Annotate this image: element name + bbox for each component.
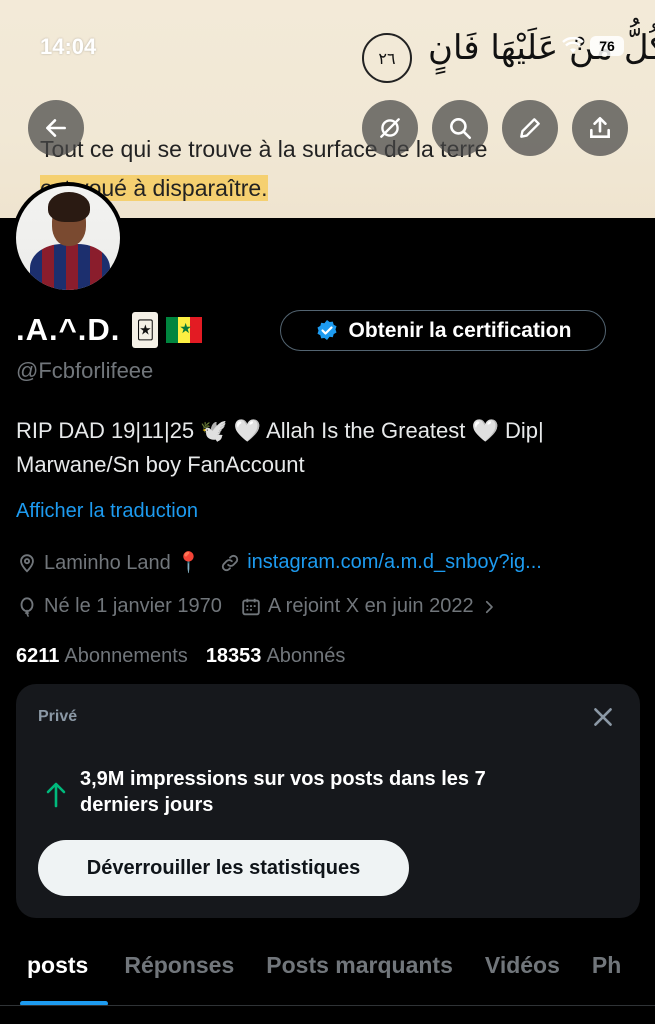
followers-count: 18353 [205,645,262,667]
status-time: 14:04 [40,34,97,59]
website-link[interactable]: instagram.com/a.m.d_snboy?ig... [247,551,542,574]
birthdate-text: Né le 1 janvier 1970 [44,595,222,617]
translate-link[interactable]: Afficher la traduction [16,500,198,523]
tab-posts[interactable]: posts [0,940,109,1006]
join-date[interactable]: A rejoint X en juin 2022 [240,595,498,618]
location-text: Laminho Land 📍 [44,552,202,574]
pencil-icon [520,118,540,138]
wifi-icon [562,37,584,53]
back-arrow-icon [46,119,66,137]
user-handle: @Fcbforlifeee [16,358,154,383]
tab-highlights[interactable]: Posts marquants [250,940,469,994]
share-button[interactable] [572,100,628,156]
back-button[interactable] [28,100,84,156]
avatar[interactable] [12,182,124,294]
arrow-up-icon [46,782,66,808]
bio: RIP DAD 19|11|25 🕊️ 🤍 Allah Is the Great… [16,418,544,477]
senegal-flag-icon: ★ [166,317,203,343]
analytics-private-label: Privé [38,708,78,725]
calendar-icon [242,598,260,615]
chevron-right-icon [485,600,493,613]
display-name: .A.^.D. [16,312,121,347]
display-name-row: .A.^.D. 🃏 ★ [16,308,203,352]
search-icon [450,118,472,140]
edit-button[interactable] [502,100,558,156]
avatar-image [16,186,120,290]
birthdate: Né le 1 janvier 1970 [16,595,222,618]
profile-banner[interactable]: 14:04 ٢٦ كُلُّ مَنْ عَلَيْهَا فَانٍ 76 T… [0,0,655,218]
meta-row-2: Né le 1 janvier 1970 A rejoint X en juin… [16,595,516,618]
followers-link[interactable]: 18353 Abonnés [206,645,346,668]
verified-badge-icon [317,319,337,340]
verse-number: ٢٦ [362,33,412,83]
joker-card-icon: 🃏 [132,312,159,348]
location: Laminho Land 📍 [16,550,201,575]
close-icon[interactable] [590,704,616,730]
share-icon [590,116,610,138]
search-button[interactable] [432,100,488,156]
website[interactable]: instagram.com/a.m.d_snboy?ig... [219,551,542,574]
following-label: Abonnements [64,645,188,667]
tab-photos[interactable]: Ph [576,940,637,994]
link-icon [222,554,239,571]
follow-counts: 6211 Abonnements 18353 Abonnés [16,645,345,668]
grok-icon [380,118,400,138]
tab-replies[interactable]: Réponses [108,940,250,994]
location-pin-icon [20,553,34,573]
following-count: 6211 [16,645,60,667]
tab-videos[interactable]: Vidéos [469,940,576,994]
impressions-text: 3,9M impressions sur vos posts dans les … [80,768,486,816]
analytics-card: Privé 3,9M impressions sur vos posts dan… [16,684,640,918]
profile-tabs: posts Réponses Posts marquants Vidéos Ph [0,940,655,1006]
meta-row-1: Laminho Land 📍 instagram.com/a.m.d_snboy… [16,550,560,575]
join-date-text: A rejoint X en juin 2022 [267,595,474,617]
followers-label: Abonnés [266,645,346,667]
balloon-icon [20,596,34,617]
get-verified-label: Obtenir la certification [348,318,572,342]
grok-button[interactable] [362,100,418,156]
get-verified-button[interactable]: Obtenir la certification [280,310,606,351]
battery-indicator: 76 [590,36,624,56]
unlock-stats-button[interactable]: Déverrouiller les statistiques [38,840,409,896]
following-link[interactable]: 6211 Abonnements [16,645,188,668]
tabs-divider [0,1005,655,1006]
status-icons: 76 [562,36,624,56]
